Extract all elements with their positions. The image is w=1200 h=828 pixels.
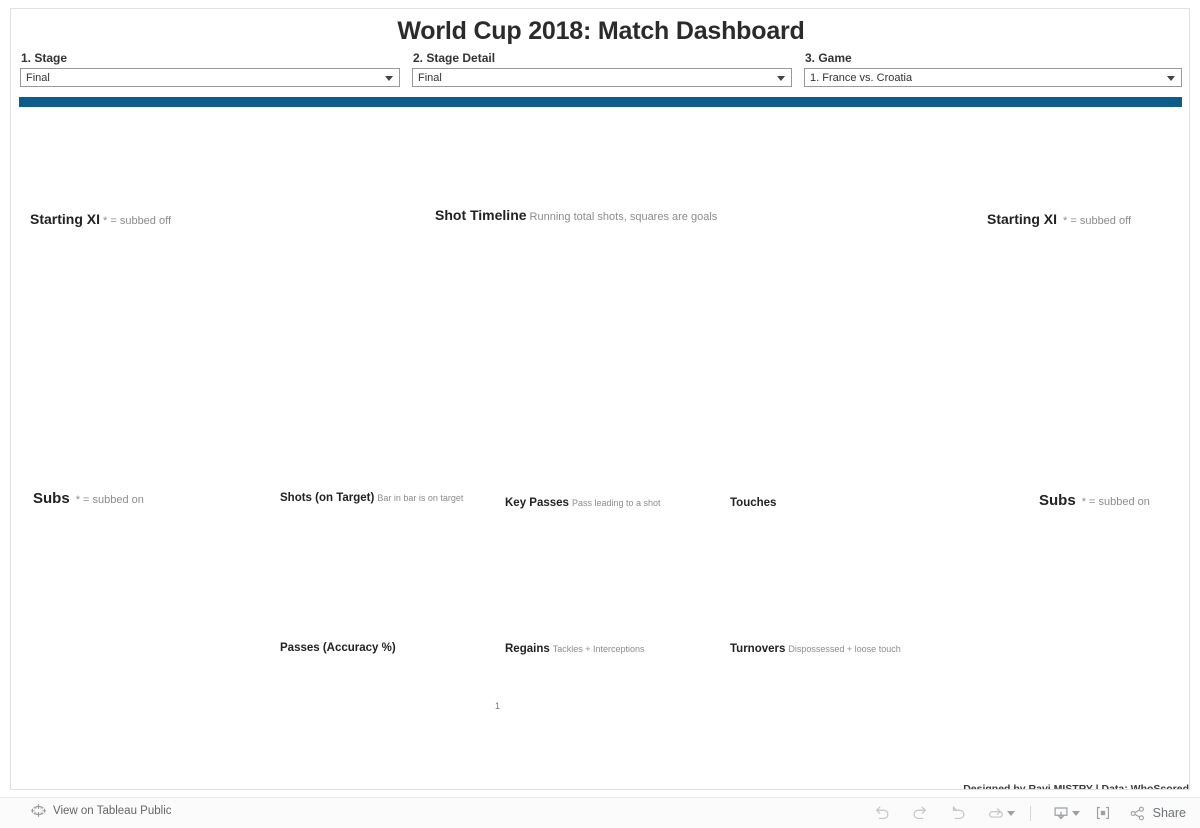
redo-button[interactable]: [901, 798, 939, 828]
toolbar-actions: Share: [863, 798, 1188, 828]
download-dropdown-caret-icon[interactable]: [1071, 810, 1080, 816]
section-title: Shots (on Target): [280, 492, 375, 504]
section-touches: Touches: [730, 493, 779, 511]
filter-game-value: 1. France vs. Croatia: [810, 72, 913, 84]
revert-button[interactable]: [939, 798, 977, 828]
share-icon: [1128, 804, 1147, 823]
view-on-tableau-public-link[interactable]: View on Tableau Public: [31, 803, 172, 818]
section-title: Turnovers: [730, 643, 786, 655]
filter-stage-detail-value: Final: [418, 72, 442, 84]
section-starting-xi-left: Starting XI * = subbed off: [30, 211, 171, 229]
section-shots-on-target: Shots (on Target) Bar in bar is on target: [280, 490, 485, 510]
section-subtitle: * = subbed off: [1063, 215, 1132, 227]
section-subtitle: * = subbed on: [1081, 496, 1150, 508]
section-title: Passes (Accuracy %): [280, 642, 396, 654]
tableau-logo-icon: [31, 803, 46, 818]
credit-text: Designed by Ravi MISTRY | Data: WhoScore…: [963, 783, 1189, 790]
filter-stage-value: Final: [26, 72, 50, 84]
section-subtitle: * = subbed on: [75, 494, 144, 506]
section-title: Starting XI: [30, 211, 101, 227]
section-shot-timeline: Shot Timeline Running total shots, square…: [435, 207, 717, 225]
filter-stage-detail-dropdown[interactable]: Final: [412, 68, 792, 87]
dashboard-viz-frame: World Cup 2018: Match Dashboard 1. Stage…: [10, 8, 1190, 790]
view-on-tableau-public-label: View on Tableau Public: [53, 804, 172, 817]
filter-stage-detail-label: 2. Stage Detail: [413, 51, 496, 65]
chevron-down-icon[interactable]: [385, 76, 393, 81]
section-title: Starting XI: [987, 211, 1058, 227]
section-title: Subs: [1039, 492, 1076, 509]
section-turnovers: Turnovers Dispossessed + loose touch: [730, 639, 901, 657]
section-title: Key Passes: [505, 497, 569, 509]
section-subs-left: Subs * = subbed on: [33, 490, 144, 508]
refresh-dropdown-caret-icon[interactable]: [1006, 810, 1015, 816]
section-starting-xi-right: Starting XI * = subbed off: [987, 211, 1131, 229]
chevron-down-icon[interactable]: [1167, 76, 1175, 81]
chevron-down-icon[interactable]: [777, 76, 785, 81]
section-title: Subs: [33, 490, 70, 507]
share-button[interactable]: Share: [1122, 798, 1188, 828]
section-subtitle: Bar in bar is on target: [377, 493, 464, 503]
tableau-toolbar: View on Tableau Public Share: [0, 797, 1200, 827]
header-divider-bar: [19, 97, 1182, 107]
section-subtitle: Running total shots, squares are goals: [529, 211, 718, 223]
undo-button[interactable]: [863, 798, 901, 828]
section-key-passes: Key Passes Pass leading to a shot: [505, 493, 661, 511]
filter-stage-label: 1. Stage: [21, 51, 68, 65]
section-subs-right: Subs * = subbed on: [1039, 492, 1150, 510]
share-label: Share: [1152, 806, 1186, 820]
filter-stage-dropdown[interactable]: Final: [20, 68, 400, 87]
filter-game-label: 3. Game: [805, 51, 852, 65]
section-title: Shot Timeline: [435, 207, 527, 223]
filter-game-dropdown[interactable]: 1. France vs. Croatia: [804, 68, 1182, 87]
section-subtitle: Tackles + Interceptions: [552, 644, 645, 654]
section-title: Regains: [505, 643, 550, 655]
fullscreen-button[interactable]: [1084, 798, 1122, 828]
clipped-axis-tick-label: 1: [495, 702, 500, 711]
section-subtitle: * = subbed off: [103, 215, 172, 227]
filter-stage-detail: 2. Stage Detail Final: [412, 51, 792, 87]
section-title: Touches: [730, 497, 777, 509]
filter-game: 3. Game 1. France vs. Croatia: [804, 51, 1182, 87]
section-regains: Regains Tackles + Interceptions: [505, 639, 645, 657]
page-title: World Cup 2018: Match Dashboard: [397, 17, 805, 45]
toolbar-separator: [1029, 805, 1031, 821]
section-subtitle: Dispossessed + loose touch: [788, 644, 901, 654]
section-passes-accuracy: Passes (Accuracy %): [280, 638, 399, 656]
section-subtitle: Pass leading to a shot: [571, 498, 661, 508]
filter-stage: 1. Stage Final: [20, 51, 400, 87]
